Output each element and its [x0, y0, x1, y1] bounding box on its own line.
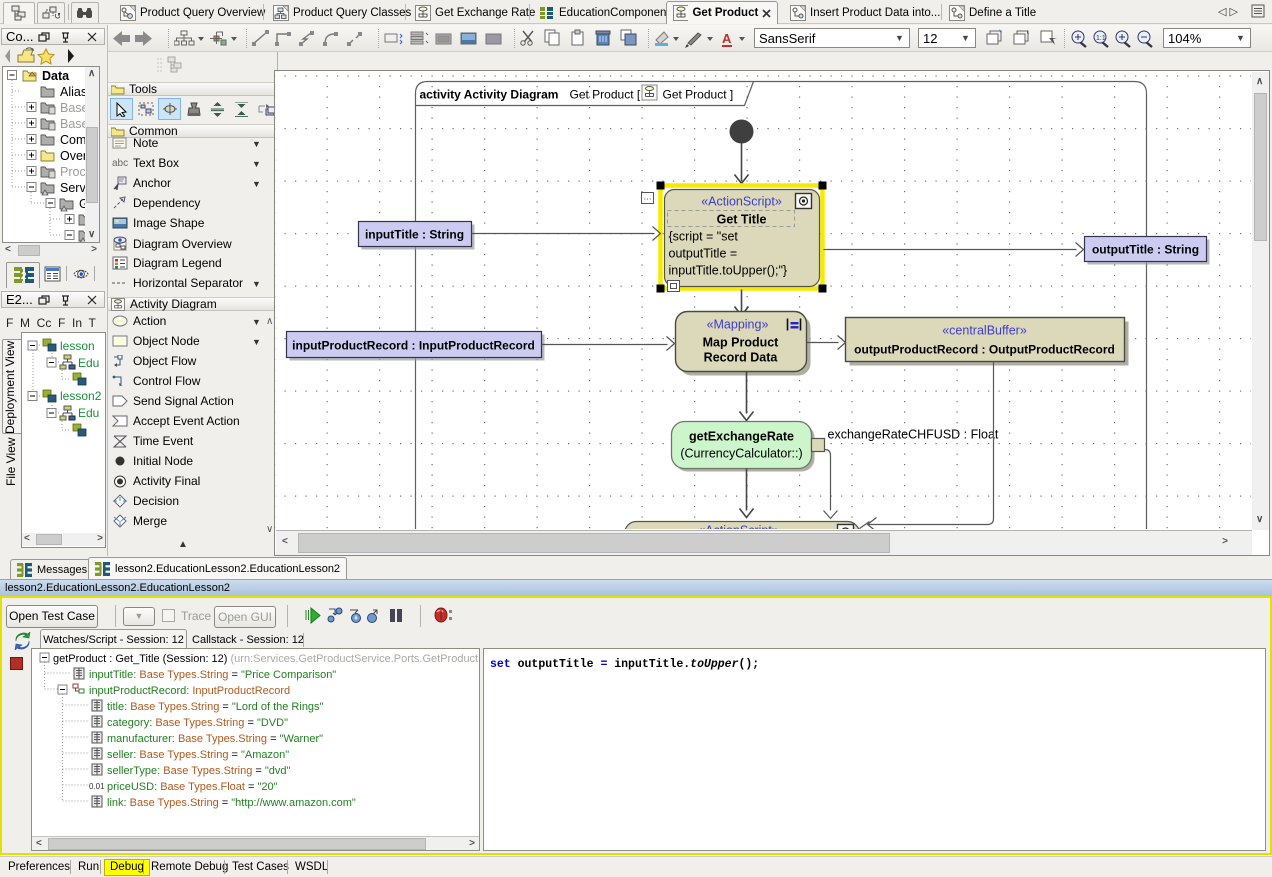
svg-text:inputTitle: Base Types.String: inputTitle: Base Types.String = "Price C… — [89, 669, 336, 681]
svg-text:Base: Base — [60, 117, 85, 131]
svg-text:link: Base Types.String = "htt: link: Base Types.String = "http://www.am… — [107, 797, 356, 809]
svg-text:title: Base Types.String = "Lo: title: Base Types.String = "Lord of the … — [107, 701, 324, 713]
svg-text:«Mapping»: «Mapping» — [707, 318, 769, 332]
svg-text:0.01: 0.01 — [89, 782, 105, 791]
svg-text:activity Activity Diagram: activity Activity Diagram — [420, 88, 559, 102]
svg-text:Alias: Alias — [60, 85, 85, 99]
svg-text:Over: Over — [60, 149, 85, 163]
svg-text:getExchangeRate: getExchangeRate — [689, 430, 794, 444]
svg-text:Get Product [: Get Product [ — [570, 88, 641, 102]
svg-text:Edu: Edu — [78, 356, 99, 370]
svg-text:1:1: 1:1 — [1096, 35, 1106, 42]
svg-text:inputProductRecord: InputProdu: inputProductRecord: InputProductRecord — [89, 685, 290, 697]
svg-text:«centralBuffer»: «centralBuffer» — [942, 324, 1027, 338]
svg-text:sellerType: Base Types.String: sellerType: Base Types.String = "dvd" — [107, 765, 291, 777]
svg-text:lesson2: lesson2 — [60, 389, 102, 403]
svg-text:lesson: lesson — [60, 339, 95, 353]
svg-text:outputTitle : String: outputTitle : String — [1092, 243, 1199, 257]
svg-text:{script = "set: {script = "set — [669, 230, 739, 244]
svg-text:outputTitle =: outputTitle = — [669, 247, 738, 261]
svg-text:inputTitle : String: inputTitle : String — [365, 228, 464, 242]
svg-text:A: A — [722, 31, 732, 46]
svg-text:getProduct : Get_Title (Sessio: getProduct : Get_Title (Session: 12) (ur… — [53, 653, 479, 665]
svg-text:Record Data: Record Data — [704, 351, 779, 365]
svg-text:category: Base Types.String =: category: Base Types.String = "DVD" — [107, 717, 288, 729]
svg-text:inputProductRecord : InputProd: inputProductRecord : InputProductRecord — [292, 339, 535, 353]
svg-text:(CurrencyCalculator::): (CurrencyCalculator::) — [680, 447, 802, 461]
svg-text:Data: Data — [42, 69, 70, 83]
svg-text:Comp: Comp — [60, 133, 85, 147]
svg-text:Get Title: Get Title — [717, 213, 767, 227]
svg-text:«ActionScript»: «ActionScript» — [701, 195, 782, 209]
svg-text:priceUSD: Base Types.Float = ": priceUSD: Base Types.Float = "20" — [107, 781, 278, 793]
svg-text:outputProductRecord : OutputPr: outputProductRecord : OutputProductRecor… — [854, 343, 1115, 357]
svg-text:Proce: Proce — [60, 165, 85, 179]
svg-text:Get Product ]: Get Product ] — [663, 88, 734, 102]
svg-text:seller: Base Types.String = "A: seller: Base Types.String = "Amazon" — [107, 749, 289, 761]
svg-text:Map Product: Map Product — [703, 336, 780, 350]
svg-text:manufacturer: Base Types.Strin: manufacturer: Base Types.String = "Warne… — [107, 733, 323, 745]
svg-text:⋯: ⋯ — [644, 195, 652, 204]
svg-text:exchangeRateCHFUSD : Float: exchangeRateCHFUSD : Float — [828, 428, 999, 442]
svg-text:«ActionScript»: «ActionScript» — [698, 524, 779, 530]
svg-text:2: 2 — [21, 271, 27, 282]
svg-text:Edu: Edu — [78, 406, 99, 420]
svg-text:Servi: Servi — [60, 181, 85, 195]
svg-text:↺: ↺ — [54, 11, 60, 21]
svg-text:Base: Base — [60, 101, 85, 115]
svg-text:inputTitle.toUpper();"}: inputTitle.toUpper();"} — [669, 264, 788, 278]
